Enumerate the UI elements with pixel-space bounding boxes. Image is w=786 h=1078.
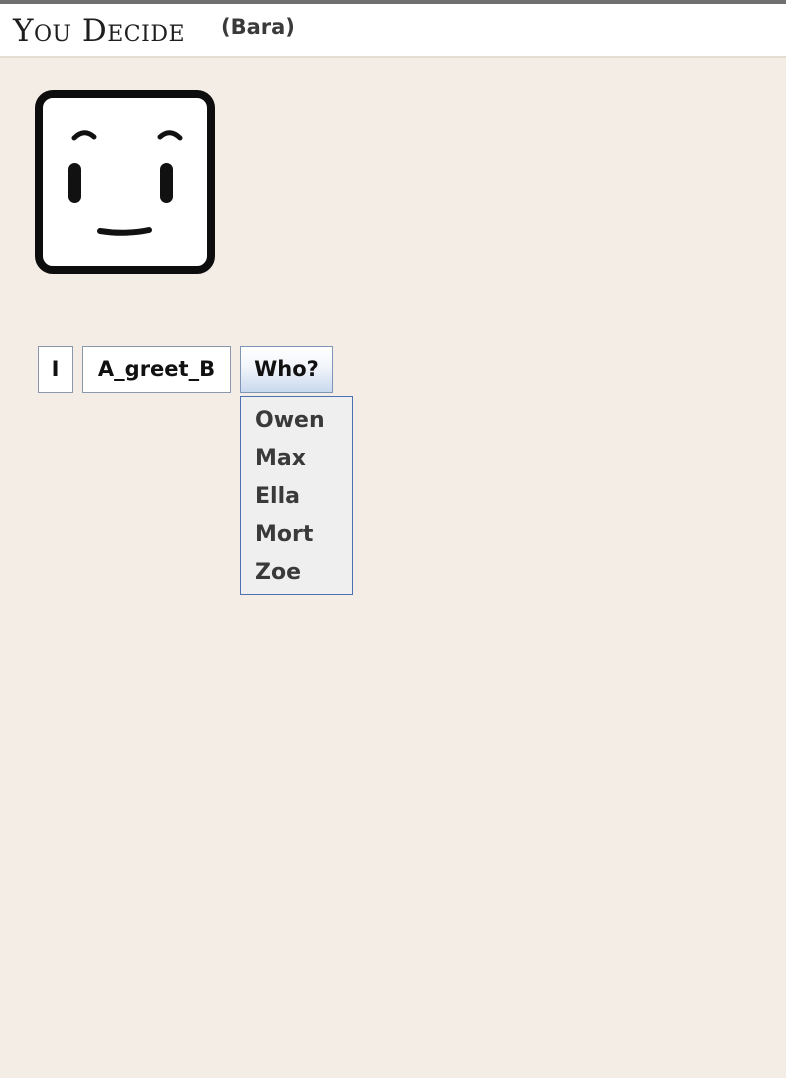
verb-token[interactable]: A_greet_B bbox=[82, 346, 231, 393]
subject-token[interactable]: I bbox=[38, 346, 73, 393]
dropdown-option-mort[interactable]: Mort bbox=[255, 521, 313, 549]
player-name: (Bara) bbox=[221, 15, 295, 39]
square-face-icon bbox=[34, 88, 216, 276]
dropdown-option-ella[interactable]: Ella bbox=[255, 483, 300, 511]
dropdown-option-owen[interactable]: Owen bbox=[255, 407, 325, 435]
dropdown-option-zoe[interactable]: Zoe bbox=[255, 559, 301, 587]
app-logo: You Decide bbox=[13, 13, 186, 49]
who-dropdown-menu: Owen Max Ella Mort Zoe bbox=[240, 396, 353, 595]
who-dropdown-button[interactable]: Who? bbox=[240, 346, 333, 393]
dropdown-option-max[interactable]: Max bbox=[255, 445, 306, 473]
logo-container: You Decide bbox=[0, 4, 200, 54]
